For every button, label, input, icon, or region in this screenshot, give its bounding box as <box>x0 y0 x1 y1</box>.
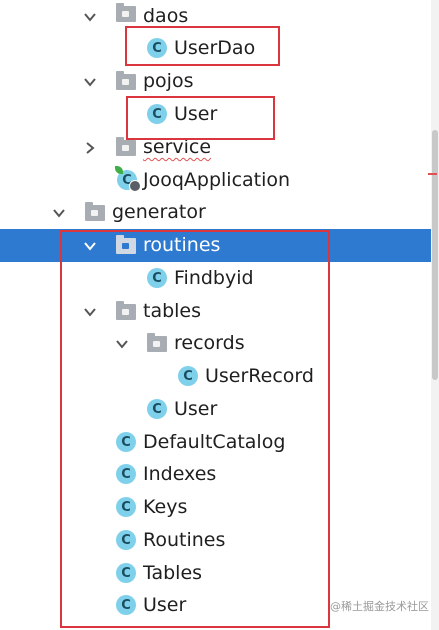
chevron-down-icon[interactable] <box>115 337 129 351</box>
vertical-scrollbar[interactable] <box>431 0 439 630</box>
class-icon: C <box>147 399 167 419</box>
tree-node-label: pojos <box>143 70 194 92</box>
tree-node-label: Findbyid <box>174 267 254 289</box>
class-icon: C <box>116 464 136 484</box>
tree-node-routines-class[interactable]: C Routines <box>0 524 439 557</box>
tree-node-pojos[interactable]: pojos <box>0 65 439 98</box>
run-badge-icon <box>129 180 141 192</box>
package-folder-icon <box>147 333 167 352</box>
class-icon: C <box>116 432 136 452</box>
class-icon: C <box>116 595 136 615</box>
scrollbar-thumb[interactable] <box>432 130 438 380</box>
tree-node-label: daos <box>143 5 189 27</box>
spring-boot-app-icon: C <box>115 166 141 192</box>
spring-leaf-icon <box>115 166 123 174</box>
tree-node-label: DefaultCatalog <box>143 431 286 453</box>
tree-node-label: User <box>143 594 187 616</box>
class-icon: C <box>147 268 167 288</box>
tree-node-userdao[interactable]: C UserDao <box>0 32 439 65</box>
tree-node-label: User <box>174 398 218 420</box>
chevron-right-icon[interactable] <box>83 141 97 155</box>
class-icon: C <box>147 104 167 124</box>
tree-node-label: JooqApplication <box>143 169 291 191</box>
tree-node-indexes[interactable]: C Indexes <box>0 458 439 491</box>
tree-node-user-table[interactable]: C User <box>0 393 439 426</box>
tree-node-default-catalog[interactable]: C DefaultCatalog <box>0 426 439 459</box>
tree-node-userrecord[interactable]: C UserRecord <box>0 360 439 393</box>
tree-node-label: Keys <box>143 496 188 518</box>
tree-node-findbyid[interactable]: C Findbyid <box>0 262 439 295</box>
tree-node-label: Tables <box>143 562 203 584</box>
class-icon: C <box>147 38 167 58</box>
tree-node-daos[interactable]: daos <box>0 0 439 33</box>
tree-node-tables-class[interactable]: C Tables <box>0 557 439 590</box>
tree-node-records-folder[interactable]: records <box>0 327 439 360</box>
watermark: @稀土掘金技术社区 <box>330 600 429 613</box>
tree-node-label: Indexes <box>143 463 217 485</box>
tree-node-label: records <box>174 332 245 354</box>
tree-node-label: routines <box>143 234 221 256</box>
error-marker <box>428 173 437 175</box>
tree-node-label: UserDao <box>174 37 256 59</box>
tree-node-jooq-application[interactable]: C JooqApplication <box>0 164 439 197</box>
package-folder-icon <box>116 3 136 22</box>
class-icon: C <box>116 530 136 550</box>
class-icon: C <box>178 366 198 386</box>
tree-node-label: User <box>174 103 218 125</box>
tree-node-tables-folder[interactable]: tables <box>0 295 439 328</box>
class-icon: C <box>116 563 136 583</box>
tree-node-label: tables <box>143 300 202 322</box>
package-folder-icon <box>116 71 136 90</box>
tree-node-label: Routines <box>143 529 226 551</box>
chevron-down-icon[interactable] <box>83 305 97 319</box>
chevron-down-icon[interactable] <box>52 206 66 220</box>
package-folder-icon <box>85 202 105 221</box>
package-folder-icon <box>116 137 136 156</box>
tree-node-label: service <box>143 136 212 158</box>
tree-node-generator[interactable]: generator <box>0 196 439 229</box>
chevron-down-icon[interactable] <box>83 75 97 89</box>
tree-node-user-pojo[interactable]: C User <box>0 98 439 131</box>
tree-node-keys[interactable]: C Keys <box>0 491 439 524</box>
tree-node-routines-folder[interactable]: routines <box>0 229 439 262</box>
chevron-down-icon[interactable] <box>83 10 97 24</box>
class-icon: C <box>116 497 136 517</box>
tree-node-label: generator <box>112 201 206 223</box>
package-folder-icon <box>116 235 136 254</box>
chevron-down-icon[interactable] <box>83 239 97 253</box>
tree-node-service[interactable]: service <box>0 131 439 164</box>
tree-node-label: UserRecord <box>205 365 314 387</box>
package-folder-icon <box>116 301 136 320</box>
